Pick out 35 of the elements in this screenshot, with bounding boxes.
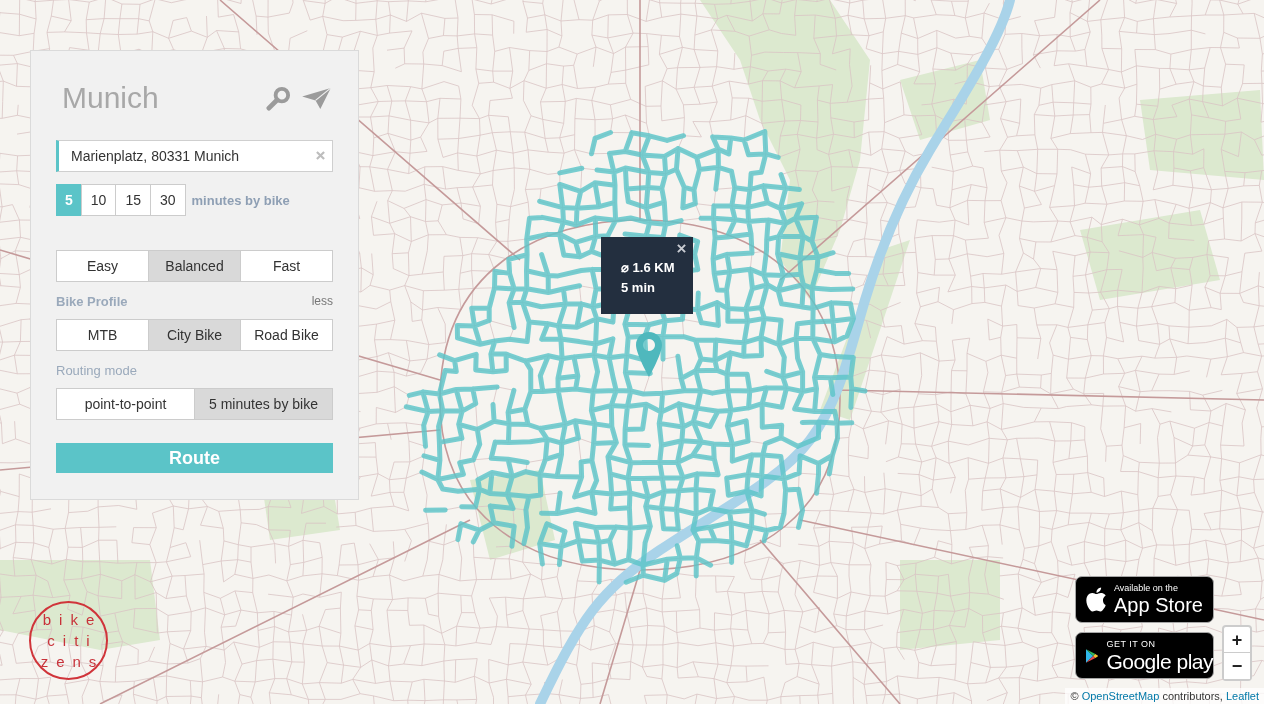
duration-button[interactable]: 10 — [80, 184, 117, 216]
less-link[interactable]: less — [311, 294, 333, 308]
badge-caption: Available on the — [1114, 582, 1179, 594]
route-type-button[interactable]: Fast — [240, 250, 333, 282]
map-pin-icon[interactable] — [636, 332, 662, 377]
search-icon[interactable] — [266, 85, 291, 111]
badge-store-name: App Store — [1114, 593, 1203, 617]
paper-plane-icon[interactable] — [302, 87, 331, 109]
section-label: Routing mode — [56, 362, 137, 378]
duration-button[interactable]: 15 — [115, 184, 151, 216]
store-badge[interactable]: Available on the App Store — [1075, 576, 1214, 623]
bike-profile-button[interactable]: Road Bike — [240, 319, 333, 351]
store-badge[interactable]: GET IT ON Google play — [1075, 632, 1214, 679]
duration-button[interactable]: 30 — [149, 184, 186, 216]
duration-text: 5 min — [621, 279, 656, 297]
attribution-text: © OpenStreetMap contributors, Leaflet — [1065, 688, 1264, 704]
routing-mode-button[interactable]: 5 minutes by bike — [194, 388, 333, 420]
bike-profile-button[interactable]: MTB — [56, 319, 149, 351]
duration-caption: minutes by bike — [191, 192, 290, 208]
bike-profile-button[interactable]: City Bike — [148, 319, 241, 351]
routing-mode-button[interactable]: point-to-point — [56, 388, 195, 420]
close-icon[interactable] — [677, 244, 686, 253]
city-title: Munich — [61, 80, 160, 116]
attribution-link[interactable]: Leaflet — [1225, 690, 1259, 702]
address-field[interactable]: Marienplatz, 80331 Munich — [56, 140, 333, 172]
distance-text: ⌀ 1.6 KM — [621, 259, 676, 277]
apple-icon — [1086, 587, 1106, 612]
attribution-link[interactable]: OpenStreetMap — [1081, 690, 1160, 702]
route-type-button[interactable]: Balanced — [148, 250, 241, 282]
brand-logo: bike citi zens — [29, 601, 108, 680]
clear-icon[interactable] — [316, 151, 325, 160]
badge-caption: GET IT ON — [1106, 638, 1157, 650]
route-type-button[interactable]: Easy — [56, 250, 149, 282]
badge-store-name: Google play — [1106, 649, 1213, 673]
section-label: Bike Profile — [56, 293, 128, 309]
